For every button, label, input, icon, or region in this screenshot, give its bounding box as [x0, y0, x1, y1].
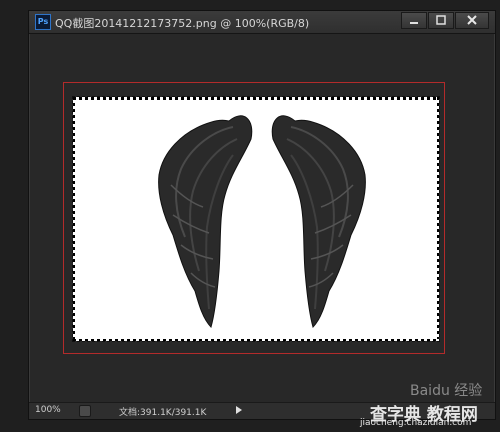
document-image[interactable]: [72, 96, 440, 342]
maximize-button[interactable]: [428, 12, 454, 29]
minimize-button[interactable]: [401, 12, 427, 29]
left-wing: [158, 115, 253, 328]
photoshop-app-icon: Ps: [35, 14, 51, 30]
document-window: Ps QQ截图20141212173752.png @ 100%(RGB/8): [28, 10, 496, 420]
document-title: QQ截图20141212173752.png @ 100%(RGB/8): [55, 17, 310, 30]
document-size: 文档:391.1K/391.1K: [119, 408, 207, 418]
close-icon: [467, 15, 477, 25]
status-info-icon[interactable]: [79, 405, 91, 417]
minimize-icon: [410, 22, 418, 24]
close-button[interactable]: [455, 12, 489, 29]
black-wings-image: [158, 115, 366, 328]
canvas-area[interactable]: [30, 34, 494, 404]
document-tab-titlebar[interactable]: Ps QQ截图20141212173752.png @ 100%(RGB/8): [29, 11, 495, 34]
right-wing: [271, 115, 366, 328]
site-url-watermark: jiaocheng.chazidian.com: [360, 418, 472, 428]
maximize-icon: [436, 15, 446, 25]
status-menu-arrow-icon[interactable]: [234, 405, 244, 415]
zoom-level[interactable]: 100%: [35, 405, 65, 415]
